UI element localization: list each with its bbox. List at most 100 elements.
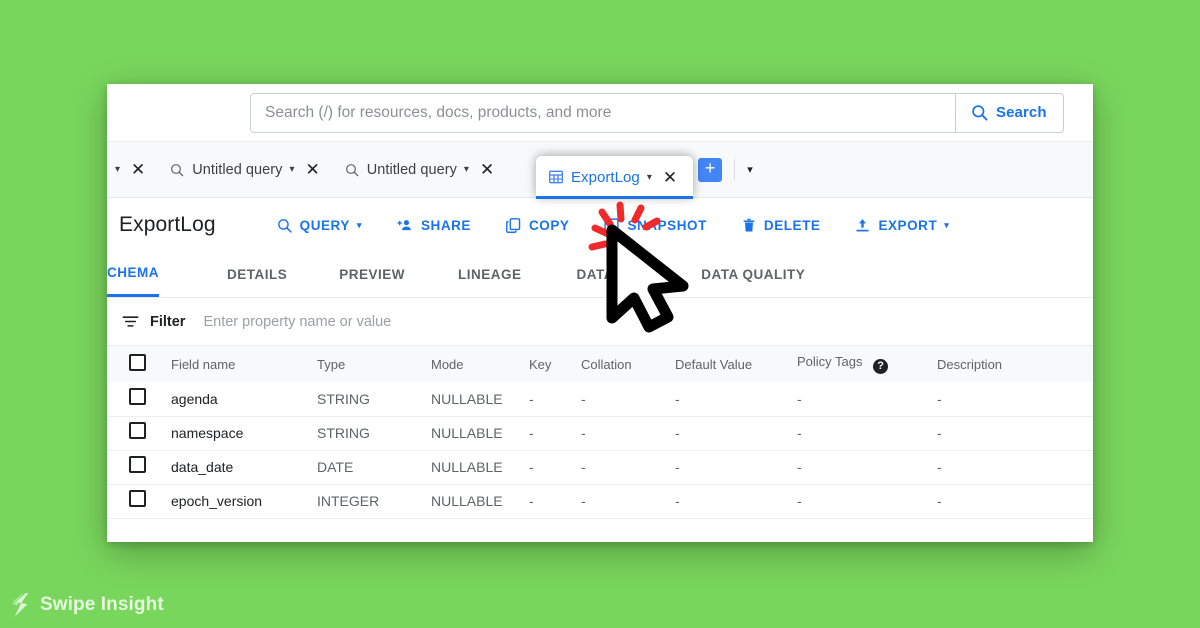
- delete-button-label: DELETE: [763, 217, 821, 233]
- tabstrip-overflow-chevron-down-icon[interactable]: ▾: [747, 163, 753, 176]
- export-icon: [854, 217, 871, 234]
- tab-preview[interactable]: PREVIEW: [339, 251, 405, 297]
- trash-icon: [741, 217, 757, 234]
- cell-mode: NULLABLE: [431, 390, 503, 407]
- share-button[interactable]: SHARE: [396, 217, 471, 234]
- table-row[interactable]: agenda STRING NULLABLE - - - - -: [107, 382, 1093, 416]
- cell-field-name: namespace: [171, 425, 244, 441]
- row-checkbox-cell: [107, 450, 171, 484]
- row-checkbox[interactable]: [129, 456, 146, 473]
- schema-table: Field name Type Mode Key Collation Defau…: [107, 346, 1093, 519]
- table-row[interactable]: data_date DATE NULLABLE - - - - -: [107, 450, 1093, 484]
- export-button-label: EXPORT: [878, 217, 938, 233]
- schema-table-body: agenda STRING NULLABLE - - - - - namespa…: [107, 382, 1093, 518]
- cell-mode: NULLABLE: [431, 459, 503, 475]
- tab-data-profile[interactable]: DATA P: [577, 251, 628, 297]
- search-button-label: Search: [996, 104, 1047, 121]
- table-row[interactable]: epoch_version INTEGER NULLABLE - - - - -: [107, 484, 1093, 518]
- cell-key: -: [529, 493, 534, 509]
- row-checkbox[interactable]: [129, 387, 146, 405]
- query-icon: [169, 162, 185, 178]
- column-header-collation[interactable]: Collation: [581, 346, 675, 382]
- row-checkbox[interactable]: [129, 422, 146, 439]
- chevron-down-icon[interactable]: ▾: [357, 220, 362, 231]
- tab-details[interactable]: DETAILS: [227, 251, 287, 297]
- add-tab-button[interactable]: +: [698, 157, 723, 182]
- filter-icon[interactable]: [121, 312, 140, 331]
- column-header-type[interactable]: Type: [317, 346, 431, 382]
- cell-description: -: [937, 493, 942, 509]
- copy-button-label: COPY: [529, 217, 570, 233]
- cell-description: -: [937, 390, 942, 407]
- query-tab-untitled-1[interactable]: Untitled query ▾ ✕: [159, 142, 333, 198]
- tabstrip-divider: [734, 158, 736, 181]
- row-checkbox-cell: [107, 416, 171, 450]
- cell-mode: NULLABLE: [431, 425, 503, 441]
- close-icon[interactable]: ✕: [659, 169, 681, 186]
- cell-type: DATE: [317, 459, 354, 475]
- column-header-key[interactable]: Key: [529, 346, 581, 382]
- chevron-down-icon[interactable]: ▾: [647, 172, 652, 183]
- export-button[interactable]: EXPORT ▾: [854, 217, 949, 234]
- cell-collation: -: [581, 425, 586, 441]
- cell-type: INTEGER: [317, 493, 380, 509]
- row-checkbox[interactable]: [129, 490, 146, 507]
- filter-input[interactable]: [203, 313, 584, 330]
- tab-lineage[interactable]: LINEAGE: [458, 251, 522, 297]
- query-tab-label: ExportLog: [571, 168, 640, 186]
- table-row[interactable]: namespace STRING NULLABLE - - - - -: [107, 416, 1093, 450]
- search-icon: [970, 103, 989, 122]
- tab-data-quality[interactable]: DATA QUALITY: [701, 251, 805, 297]
- select-all-checkbox[interactable]: [129, 354, 146, 371]
- cell-description: -: [937, 425, 942, 441]
- copy-icon: [505, 217, 522, 234]
- row-checkbox-cell: [107, 484, 171, 518]
- column-header-description[interactable]: Description: [937, 346, 1093, 382]
- query-button[interactable]: QUERY ▾: [276, 217, 362, 234]
- chevron-down-icon[interactable]: ▾: [944, 220, 949, 231]
- active-tab-underline: [536, 196, 693, 199]
- query-tab-untitled-2[interactable]: Untitled query ▾ ✕: [334, 142, 508, 198]
- section-tab-bar: CHEMA DETAILS PREVIEW LINEAGE DATA P DAT…: [107, 252, 1093, 298]
- cell-mode: NULLABLE: [431, 493, 503, 509]
- chevron-down-icon[interactable]: ▾: [115, 164, 120, 175]
- column-header-mode[interactable]: Mode: [431, 346, 529, 382]
- snapshot-button-label: SNAPSHOT: [627, 217, 707, 233]
- column-header-field-name[interactable]: Field name: [171, 346, 317, 382]
- cell-policy-tags: -: [797, 425, 802, 441]
- search-input-wrapper[interactable]: [250, 92, 956, 133]
- page-title: ExportLog: [119, 213, 216, 236]
- close-icon[interactable]: ✕: [301, 161, 323, 178]
- column-header-policy-tags[interactable]: Policy Tags ?: [797, 346, 937, 382]
- chevron-down-icon[interactable]: ▾: [464, 164, 469, 175]
- cell-type: STRING: [317, 390, 370, 407]
- snapshot-button[interactable]: SNAPSHOT: [603, 217, 706, 234]
- help-icon[interactable]: ?: [873, 358, 889, 374]
- copy-button[interactable]: COPY: [505, 217, 569, 234]
- schema-table-head: Field name Type Mode Key Collation Defau…: [107, 346, 1093, 382]
- cell-collation: -: [581, 390, 586, 407]
- cell-policy-tags: -: [797, 493, 802, 509]
- cell-field-name: epoch_version: [171, 493, 263, 509]
- delete-button[interactable]: DELETE: [741, 217, 821, 234]
- close-icon[interactable]: ✕: [127, 161, 149, 178]
- close-icon[interactable]: ✕: [476, 161, 498, 178]
- search-input[interactable]: [265, 103, 941, 122]
- cell-type: STRING: [317, 425, 370, 441]
- table-icon: [548, 169, 564, 185]
- query-tab-exportlog-active[interactable]: ExportLog ▾ ✕: [536, 156, 694, 198]
- chevron-down-icon[interactable]: ▾: [289, 164, 294, 175]
- tab-schema[interactable]: CHEMA: [107, 251, 159, 297]
- cell-key: -: [529, 425, 534, 441]
- browser-window-card: Search ▾ ✕ Untitled query ▾ ✕: [107, 84, 1093, 542]
- search-button[interactable]: Search: [956, 92, 1064, 133]
- query-button-label: QUERY: [299, 217, 350, 233]
- cell-default-value: -: [675, 493, 680, 509]
- swipe-s-logo-icon: [11, 593, 29, 617]
- query-tab-label: Untitled query: [366, 161, 457, 178]
- column-header-default-value[interactable]: Default Value: [675, 346, 797, 382]
- search-icon: [276, 217, 293, 234]
- query-tab-partial[interactable]: ▾ ✕: [115, 142, 159, 198]
- cell-key: -: [529, 459, 534, 475]
- table-header-row: Field name Type Mode Key Collation Defau…: [107, 346, 1093, 382]
